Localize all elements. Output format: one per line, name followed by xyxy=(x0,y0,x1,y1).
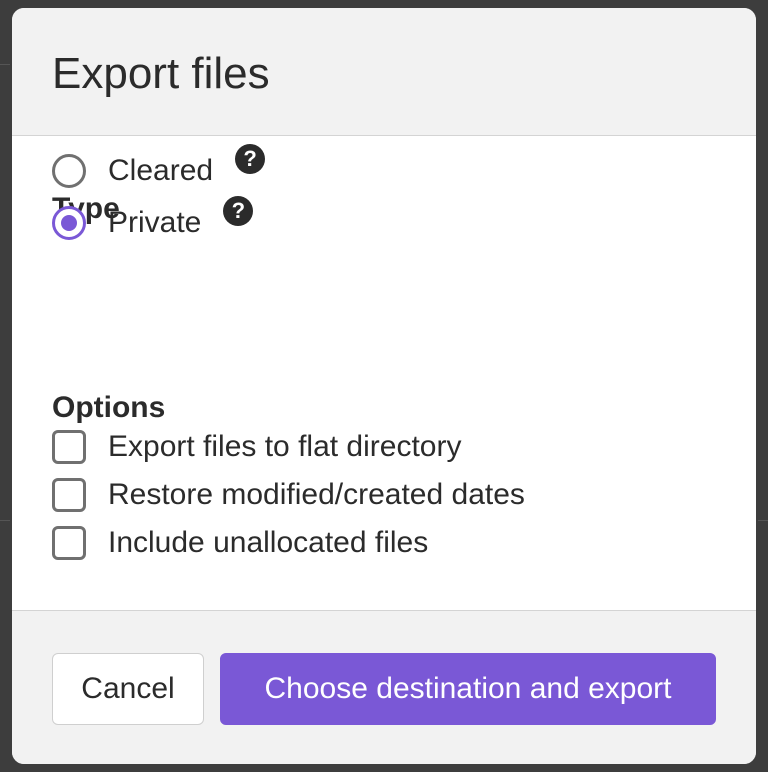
backdrop-divider xyxy=(0,520,10,521)
private-radio[interactable] xyxy=(52,206,86,240)
dialog-body: Type Cleared ? Private ? Options Export … xyxy=(12,136,756,610)
cleared-label: Cleared xyxy=(108,154,214,187)
backdrop-divider xyxy=(0,64,10,65)
checkbox-flat-directory[interactable]: Export files to flat directory xyxy=(52,425,461,469)
question-circle-icon[interactable]: ? xyxy=(235,144,266,174)
flat-directory-label: Export files to flat directory xyxy=(108,430,462,463)
checkbox-unallocated-files[interactable]: Include unallocated files xyxy=(52,521,428,565)
private-label: Private xyxy=(108,206,202,239)
unallocated-files-label: Include unallocated files xyxy=(108,526,429,559)
cleared-radio[interactable] xyxy=(52,154,86,188)
restore-dates-checkbox[interactable] xyxy=(52,478,86,512)
radio-option-private[interactable]: Private ? xyxy=(52,196,254,245)
dialog-title: Export files xyxy=(52,49,270,98)
cancel-button[interactable]: Cancel xyxy=(52,653,204,725)
export-files-dialog: Export files Type Cleared ? Private ? Op… xyxy=(12,8,756,764)
flat-directory-checkbox[interactable] xyxy=(52,430,86,464)
restore-dates-label: Restore modified/created dates xyxy=(108,478,525,511)
backdrop-divider xyxy=(758,520,768,521)
unallocated-files-checkbox[interactable] xyxy=(52,526,86,560)
dialog-header: Export files xyxy=(12,8,756,136)
options-section-title: Options xyxy=(52,391,166,424)
radio-option-cleared[interactable]: Cleared ? xyxy=(52,144,266,193)
checkbox-restore-dates[interactable]: Restore modified/created dates xyxy=(52,473,525,517)
dialog-footer: Cancel Choose destination and export xyxy=(12,610,756,764)
question-circle-icon[interactable]: ? xyxy=(223,196,254,226)
choose-destination-export-button[interactable]: Choose destination and export xyxy=(220,653,716,725)
